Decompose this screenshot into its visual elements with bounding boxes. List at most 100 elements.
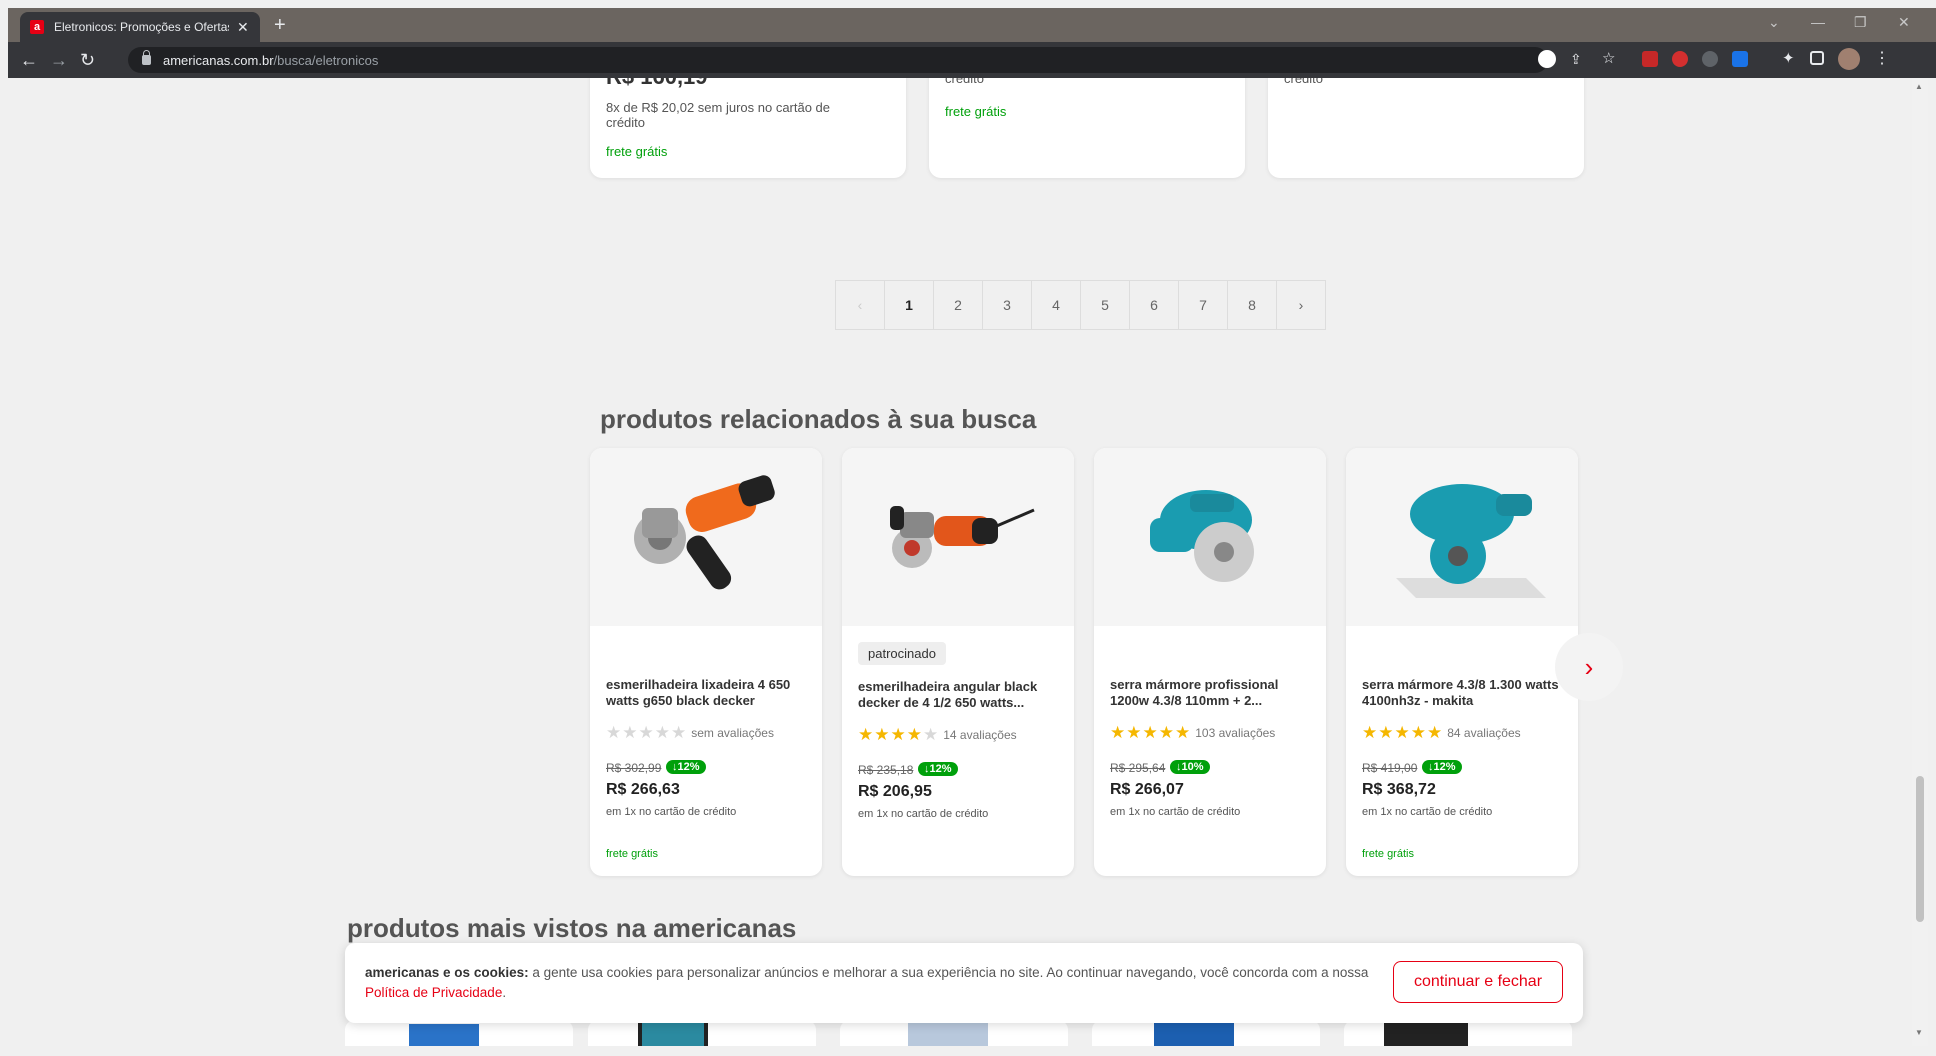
phone-thumbnail [638, 1020, 708, 1046]
product-installments: em 1x no cartão de crédito [858, 808, 989, 820]
product-name: serra mármore profissional 1200w 4.3/8 1… [1110, 677, 1279, 708]
rating-count: 103 avaliações [1195, 725, 1276, 740]
pagination-page-7[interactable]: 7 [1178, 280, 1228, 330]
side-panel-icon[interactable] [1810, 51, 1824, 65]
product-card[interactable]: patrocinado esmerilhadeira angular black… [842, 448, 1074, 876]
product-name: serra mármore 4.3/8 1.300 watts - 4100nh… [1362, 677, 1567, 708]
close-window-icon[interactable]: ✕ [1898, 14, 1910, 31]
star-icon: ★ [671, 723, 687, 742]
old-price: R$ 235,18 [858, 763, 914, 777]
scrollbar-thumb[interactable] [1916, 776, 1924, 922]
product-name: esmerilhadeira angular black decker de 4… [858, 679, 1038, 710]
pagination-next-button[interactable]: › [1276, 280, 1326, 330]
pagination-page-3[interactable]: 3 [982, 280, 1032, 330]
scroll-down-icon[interactable]: ▼ [1915, 1028, 1923, 1037]
rating-stars: ★ ★ ★ ★ ★ 103 avaliações [1110, 724, 1275, 741]
free-shipping: frete grátis [1362, 848, 1414, 860]
star-icon: ★ [874, 725, 890, 744]
free-shipping: frete grátis [945, 104, 1007, 119]
extension-grey-icon[interactable] [1702, 51, 1718, 67]
product-name: esmerilhadeira lixadeira 4 650 watts g65… [606, 677, 791, 708]
url-host: americanas.com.br [163, 52, 274, 68]
pagination-page-2[interactable]: 2 [933, 280, 983, 330]
scroll-up-icon[interactable]: ▲ [1915, 82, 1923, 91]
star-icon: ★ [906, 725, 922, 744]
extension-red-icon[interactable] [1672, 51, 1688, 67]
vertical-scrollbar[interactable]: ▲ ▼ [1912, 78, 1928, 1046]
cookie-banner: americanas e os cookies: a gente usa coo… [345, 943, 1583, 1023]
product-price: R$ 160,19 [606, 78, 708, 90]
marble-saw-image [1396, 484, 1546, 598]
product-card[interactable]: serra mármore profissional 1200w 4.3/8 1… [1094, 448, 1326, 876]
old-price: R$ 295,64 [1110, 761, 1166, 775]
browser-tab-bar: a Eletronicos: Promoções e Ofertas ✕ + ⌄… [8, 8, 1936, 42]
star-icon: ★ [1410, 723, 1426, 742]
product-installments: em 1x no cartão de crédito [606, 806, 737, 818]
rating-stars: ★ ★ ★ ★ ★ 84 avaliações [1362, 724, 1521, 741]
most-viewed-card[interactable] [588, 1020, 816, 1046]
share-icon[interactable]: ⇪ [1570, 51, 1586, 67]
discount-badge: ↓12% [666, 760, 706, 774]
pagination-page-4[interactable]: 4 [1031, 280, 1081, 330]
star-icon: ★ [1378, 723, 1394, 742]
product-card[interactable]: esmerilhadeira lixadeira 4 650 watts g65… [590, 448, 822, 876]
product-card[interactable]: serra mármore 4.3/8 1.300 watts - 4100nh… [1346, 448, 1578, 876]
google-icon[interactable] [1538, 50, 1556, 68]
star-icon: ★ [1362, 723, 1378, 742]
free-shipping: frete grátis [606, 848, 658, 860]
chevron-right-icon: › [1584, 651, 1594, 682]
rating-count: 84 avaliações [1447, 725, 1521, 740]
pagination: ‹ 1 2 3 4 5 6 7 8 › [835, 280, 1326, 330]
back-icon[interactable]: ← [20, 49, 38, 71]
pagination-page-8[interactable]: 8 [1227, 280, 1277, 330]
most-viewed-card[interactable] [345, 1020, 573, 1046]
star-icon: ★ [1142, 723, 1158, 742]
page-content: R$ 160,19 8x de R$ 20,02 sem juros no ca… [8, 78, 1912, 1046]
product-image [590, 448, 822, 626]
product-installments: 3x de R$ 23,33 sem juros no cartão de cr… [1284, 78, 1324, 86]
menu-kebab-icon[interactable]: ⋮ [1874, 48, 1890, 67]
rating-stars: ★ ★ ★ ★ ★ sem avaliações [606, 724, 774, 741]
star-icon: ★ [1110, 723, 1126, 742]
product-installments: 8x de R$ 51,41 sem juros no cartão de cr… [945, 78, 985, 86]
most-viewed-card[interactable] [1344, 1020, 1572, 1046]
rating-stars: ★ ★ ★ ★ ★ 14 avaliações [858, 726, 1017, 743]
close-tab-icon[interactable]: ✕ [237, 19, 249, 36]
product-installments: em 1x no cartão de crédito [1110, 806, 1241, 818]
forward-icon[interactable]: → [50, 49, 68, 71]
star-icon: ★ [1394, 723, 1410, 742]
browser-tab[interactable]: a Eletronicos: Promoções e Ofertas ✕ [20, 12, 260, 42]
restore-icon[interactable]: ❐ [1854, 14, 1867, 31]
carousel-next-button[interactable]: › [1555, 633, 1623, 701]
most-viewed-card[interactable] [1092, 1020, 1320, 1046]
pagination-page-1[interactable]: 1 [884, 280, 934, 330]
extension-adblock-icon[interactable] [1642, 51, 1658, 67]
pagination-page-6[interactable]: 6 [1129, 280, 1179, 330]
new-tab-icon[interactable]: + [274, 14, 286, 36]
chevron-down-icon[interactable]: ⌄ [1768, 14, 1780, 31]
url-path: /busca/eletronicos [273, 52, 379, 68]
continue-and-close-button[interactable]: continuar e fechar [1393, 961, 1563, 1003]
minimize-icon[interactable]: — [1811, 14, 1825, 30]
phone-thumbnail [908, 1020, 988, 1046]
pagination-prev-button[interactable]: ‹ [835, 280, 885, 330]
extensions-puzzle-icon[interactable]: ✦ [1782, 49, 1798, 67]
star-icon: ★ [638, 723, 654, 742]
reload-icon[interactable]: ↻ [80, 49, 95, 71]
most-viewed-card[interactable] [840, 1020, 1068, 1046]
product-card-top-1[interactable]: R$ 160,19 8x de R$ 20,02 sem juros no ca… [590, 78, 906, 178]
bookmark-star-icon[interactable]: ☆ [1602, 49, 1618, 67]
product-price: R$ 266,63 [606, 781, 680, 798]
privacy-policy-link[interactable]: Política de Privacidade [365, 985, 502, 1000]
star-icon: ★ [1158, 723, 1174, 742]
product-card-top-2[interactable]: 8x de R$ 51,41 sem juros no cartão de cr… [929, 78, 1245, 178]
pagination-page-5[interactable]: 5 [1080, 280, 1130, 330]
extension-blue-icon[interactable] [1732, 51, 1748, 67]
address-bar[interactable]: americanas.com.br/busca/eletronicos [128, 47, 1548, 73]
product-installments: 8x de R$ 20,02 sem juros no cartão de cr… [606, 100, 831, 130]
profile-avatar[interactable] [1838, 48, 1860, 70]
product-price: R$ 206,95 [858, 783, 932, 800]
star-icon: ★ [606, 723, 622, 742]
star-icon: ★ [622, 723, 638, 742]
product-card-top-3[interactable]: 3x de R$ 23,33 sem juros no cartão de cr… [1268, 78, 1584, 178]
